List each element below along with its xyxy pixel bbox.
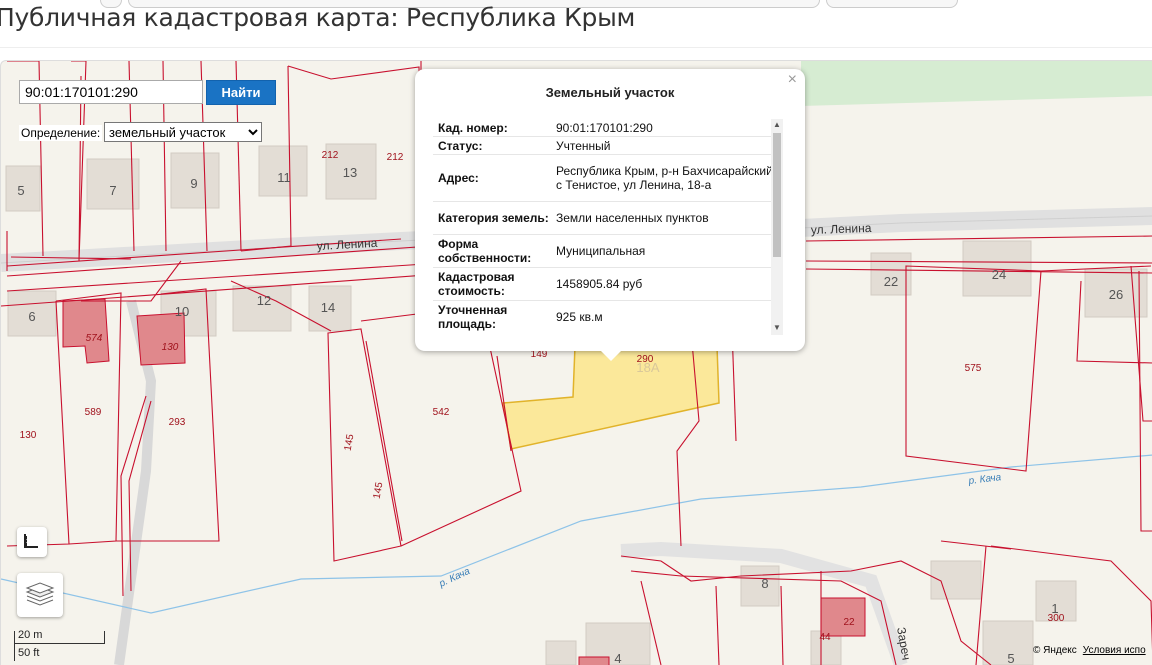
house-number: 4 xyxy=(614,651,621,665)
house-number: 10 xyxy=(175,304,189,319)
attribute-key: Кад. номер: xyxy=(438,121,508,135)
table-row: Адрес: Республика Крым, р-н Бахчисарайск… xyxy=(433,155,783,202)
layers-icon xyxy=(25,582,55,606)
attribute-value: Муниципальная xyxy=(556,244,646,258)
parcel-number: 22 xyxy=(843,617,855,628)
definition-label: Определение: xyxy=(19,125,103,141)
map-attribution: © Яндекс Условия испо xyxy=(1033,645,1146,656)
table-row: Категория земель: Земли населенных пункт… xyxy=(433,202,783,235)
house-number: 8 xyxy=(761,576,768,591)
parcel-number: 290 xyxy=(637,354,654,365)
parcel-number: 575 xyxy=(965,363,982,374)
search-panel: Найти Определение: земельный участок xyxy=(12,74,280,184)
house-number: 12 xyxy=(257,293,271,308)
attribute-key: Статус: xyxy=(438,139,483,153)
attribute-value: Республика Крым, р-н Бахчисарайский, с Т… xyxy=(556,164,777,192)
find-button[interactable]: Найти xyxy=(206,80,276,105)
red-parcels xyxy=(62,298,866,665)
ruler-button[interactable] xyxy=(17,527,47,557)
parcel-number: 145 xyxy=(372,481,386,500)
attribute-value: 925 кв.м xyxy=(556,310,603,324)
attribute-key: Форма собственности: xyxy=(438,237,532,265)
house-number: 14 xyxy=(321,300,335,315)
parcel-number: 212 xyxy=(387,152,404,163)
popup-title: Земельный участок xyxy=(545,85,675,100)
parcel-info-popup: × Земельный участок Кад. номер: 90:01:17… xyxy=(415,69,805,361)
house-number: 22 xyxy=(884,274,898,289)
scroll-up-icon[interactable]: ▲ xyxy=(771,120,783,129)
building-8 xyxy=(740,565,780,607)
parcel-number: 589 xyxy=(85,407,102,418)
scale-metric: 20 m xyxy=(18,629,43,641)
parcel-number: 542 xyxy=(433,407,450,418)
river-label-2: р. Кача xyxy=(967,472,1002,487)
cadastral-search-input[interactable] xyxy=(19,80,203,104)
copyright-text: © Яндекс xyxy=(1033,645,1077,656)
table-row: Кадастровая стоимость: 1458905.84 руб xyxy=(433,268,783,301)
house-number: 7 xyxy=(109,183,116,198)
popup-attribute-table: Кад. номер: 90:01:170101:290 Статус: Учт… xyxy=(433,119,783,333)
selected-parcel[interactable] xyxy=(502,345,720,450)
parcel-number: 145 xyxy=(343,433,357,452)
house-number: 13 xyxy=(343,165,357,180)
definition-select[interactable]: земельный участок xyxy=(104,122,262,142)
parcel-number: 130 xyxy=(20,430,37,441)
layers-button[interactable] xyxy=(17,573,63,617)
attribute-key: Уточненная площадь: xyxy=(438,303,508,331)
house-number: 24 xyxy=(992,267,1006,282)
table-row: Форма собственности: Муниципальная xyxy=(433,235,783,268)
terms-link[interactable]: Условия испо xyxy=(1083,645,1146,656)
house-number: 26 xyxy=(1109,287,1123,302)
parcel-number: 212 xyxy=(322,150,339,161)
scroll-down-icon[interactable]: ▼ xyxy=(771,323,783,332)
parcel-number: 44 xyxy=(819,632,831,643)
attribute-key: Адрес: xyxy=(438,171,479,185)
parcel-number: 300 xyxy=(1048,613,1065,624)
table-row: Кад. номер: 90:01:170101:290 xyxy=(433,119,783,137)
parcel-number: 130 xyxy=(162,342,179,353)
scale-bar: 20 m 50 ft xyxy=(10,629,105,665)
table-row: Уточненная площадь: 925 кв.м xyxy=(433,301,783,333)
street-label-lenina-2: ул. Ленина xyxy=(811,221,872,237)
parcel-number: 574 xyxy=(86,333,103,344)
river-label: р. Кача xyxy=(437,566,473,590)
popup-scrollbar-thumb[interactable] xyxy=(773,133,781,257)
attribute-value: 90:01:170101:290 xyxy=(556,121,653,135)
attribute-value: 1458905.84 руб xyxy=(556,277,643,291)
park-area xyxy=(801,61,1152,106)
table-row: Статус: Учтенный xyxy=(433,137,783,155)
parcel-number: 293 xyxy=(169,417,186,428)
attribute-value: Земли населенных пунктов xyxy=(556,211,709,225)
map-canvas[interactable]: 5 7 9 11 13 6 10 12 14 22 24 26 18А 8 4 … xyxy=(0,60,1152,665)
divider xyxy=(0,47,1152,48)
attribute-key: Категория земель: xyxy=(438,211,549,225)
page-title: Публичная кадастровая карта: Республика … xyxy=(0,3,636,32)
attribute-value: Учтенный xyxy=(556,139,611,153)
house-number: 5 xyxy=(1007,651,1014,665)
popup-tail xyxy=(599,349,623,361)
house-number: 6 xyxy=(28,309,35,324)
attribute-key: Кадастровая стоимость: xyxy=(438,270,515,298)
house-number: 5 xyxy=(17,183,24,198)
scale-imperial: 50 ft xyxy=(18,647,40,659)
